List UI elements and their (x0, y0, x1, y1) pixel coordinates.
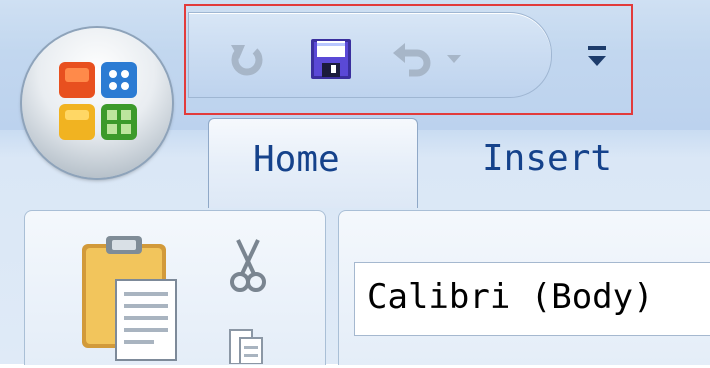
paste-button[interactable] (80, 234, 180, 364)
tab-insert-label: Insert (482, 138, 613, 179)
tab-home[interactable]: Home (208, 118, 418, 208)
font-name-combobox[interactable]: Calibri (Body) (354, 262, 710, 336)
office-button[interactable] (22, 28, 172, 178)
scissors-icon (230, 239, 266, 292)
copy-button[interactable] (226, 322, 266, 365)
office-logo-icon (59, 62, 137, 140)
highlight-box (184, 4, 633, 115)
copy-icon (229, 329, 263, 365)
paste-icon (82, 236, 177, 361)
cut-button[interactable] (228, 236, 268, 296)
font-name-value: Calibri (Body) (367, 277, 654, 317)
tab-home-label: Home (253, 139, 340, 180)
tab-insert[interactable]: Insert (452, 122, 632, 202)
